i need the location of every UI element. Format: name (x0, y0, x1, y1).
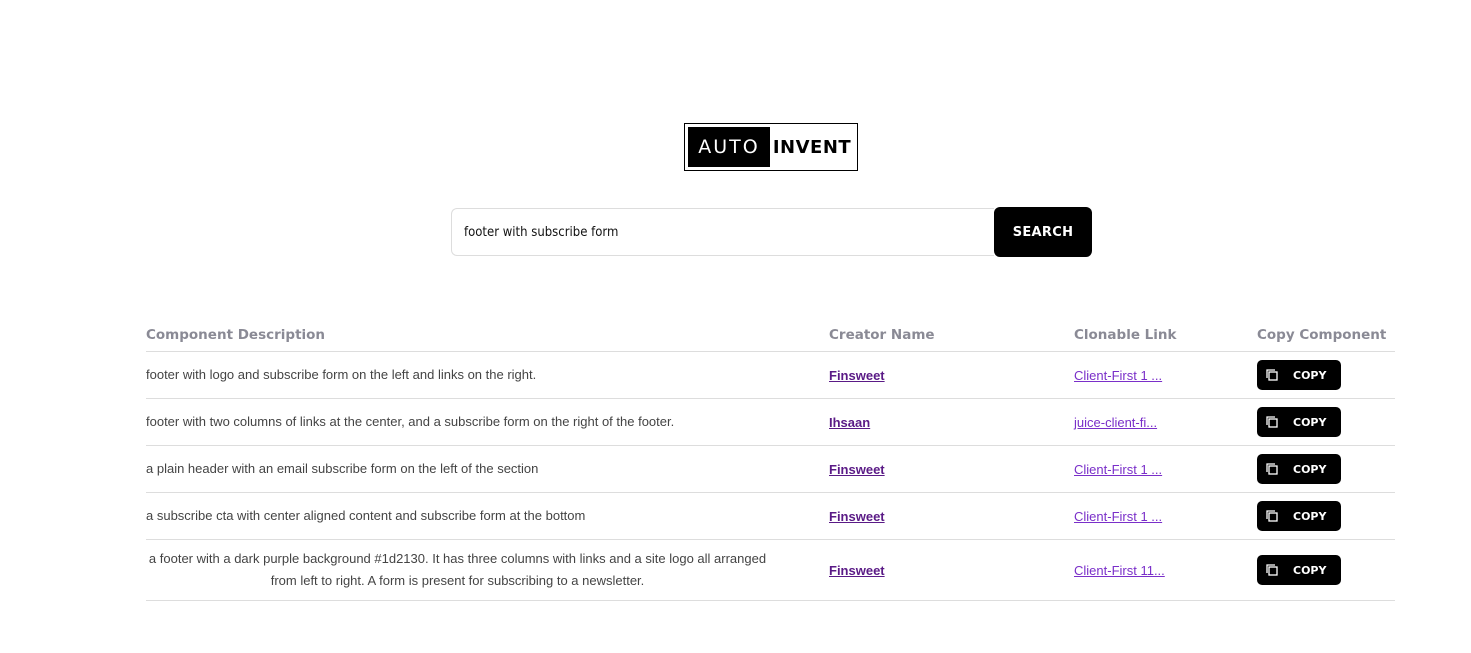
row-description: footer with logo and subscribe form on t… (146, 367, 537, 382)
search-bar: SEARCH (451, 207, 1092, 257)
copy-button[interactable]: COPY (1257, 454, 1341, 484)
row-description: a subscribe cta with center aligned cont… (146, 508, 586, 523)
copy-icon (1266, 416, 1278, 428)
clonable-link[interactable]: Client-First 1 ... (1074, 368, 1162, 383)
row-description: a plain header with an email subscribe f… (146, 461, 539, 476)
table-row: a footer with a dark purple background #… (146, 540, 1395, 601)
copy-label: COPY (1293, 415, 1327, 429)
creator-link[interactable]: Finsweet (829, 462, 885, 477)
copy-icon (1266, 510, 1278, 522)
header-link: Clonable Link (1074, 326, 1177, 343)
table-header: Component Description Creator Name Clona… (146, 318, 1395, 352)
copy-label: COPY (1293, 563, 1327, 577)
creator-link[interactable]: Finsweet (829, 509, 885, 524)
copy-icon (1266, 463, 1278, 475)
search-input[interactable] (451, 208, 994, 256)
copy-button[interactable]: COPY (1257, 555, 1341, 585)
copy-button[interactable]: COPY (1257, 501, 1341, 531)
creator-link[interactable]: Finsweet (829, 368, 885, 383)
clonable-link[interactable]: juice-client-fi... (1074, 415, 1157, 430)
header-copy: Copy Component (1257, 326, 1387, 343)
header-description: Component Description (146, 326, 326, 343)
clonable-link[interactable]: Client-First 1 ... (1074, 509, 1162, 524)
table-row: footer with logo and subscribe form on t… (146, 352, 1395, 399)
copy-button[interactable]: COPY (1257, 360, 1341, 390)
search-button[interactable]: SEARCH (994, 207, 1092, 257)
copy-label: COPY (1293, 368, 1327, 382)
copy-icon (1266, 564, 1278, 576)
site-logo[interactable]: AUTO INVENT (684, 123, 858, 171)
table-row: a subscribe cta with center aligned cont… (146, 493, 1395, 540)
copy-button[interactable]: COPY (1257, 407, 1341, 437)
copy-label: COPY (1293, 462, 1327, 476)
clonable-link[interactable]: Client-First 11... (1074, 563, 1165, 578)
table-row: a plain header with an email subscribe f… (146, 446, 1395, 493)
creator-link[interactable]: Finsweet (829, 563, 885, 578)
header-creator: Creator Name (829, 326, 935, 343)
creator-link[interactable]: Ihsaan (829, 415, 870, 430)
row-description: footer with two columns of links at the … (146, 414, 675, 429)
copy-label: COPY (1293, 509, 1327, 523)
table-row: footer with two columns of links at the … (146, 399, 1395, 446)
components-table: Component Description Creator Name Clona… (146, 318, 1395, 601)
logo-invent-text: INVENT (772, 136, 852, 158)
clonable-link[interactable]: Client-First 1 ... (1074, 462, 1162, 477)
copy-icon (1266, 369, 1278, 381)
logo-auto-text: AUTO (688, 127, 770, 167)
row-description: a footer with a dark purple background #… (148, 551, 767, 588)
